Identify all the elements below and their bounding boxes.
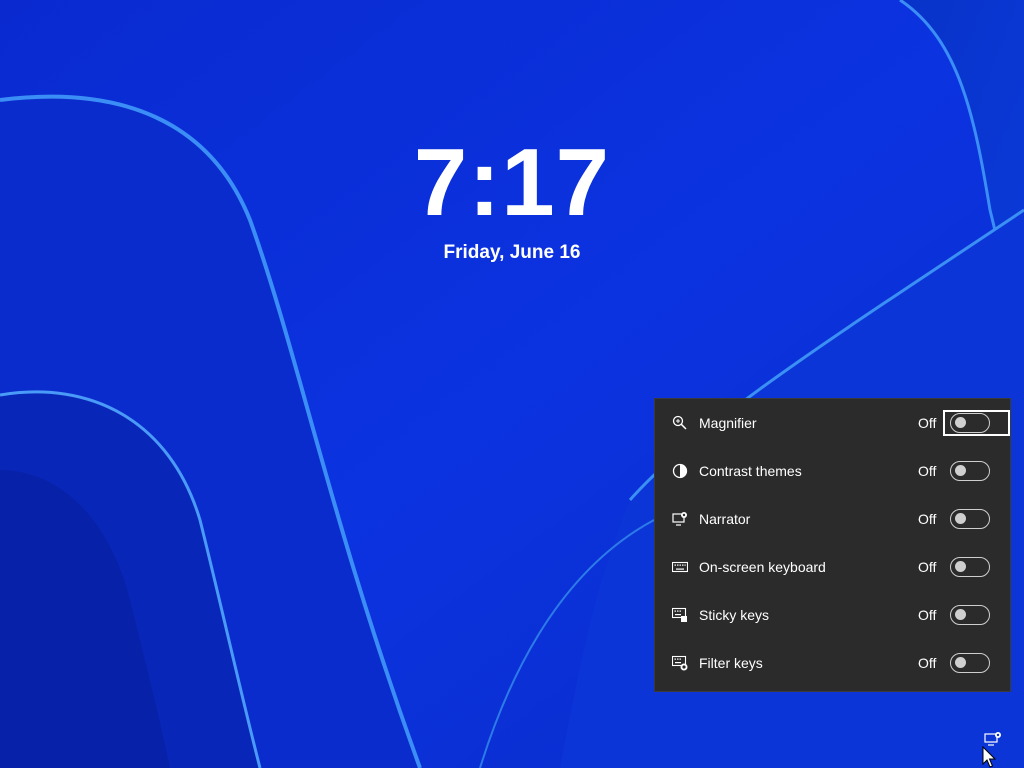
accessibility-flyout: Magnifier Off Contrast themes Off Narrat… [654, 398, 1011, 692]
sticky-keys-toggle[interactable] [950, 605, 990, 625]
accessibility-item-label: Sticky keys [699, 607, 770, 623]
contrast-icon [671, 462, 689, 480]
accessibility-item-label: Filter keys [699, 655, 763, 671]
sticky-keys-icon [671, 606, 689, 624]
magnifier-icon [671, 414, 689, 432]
filter-keys-icon [671, 654, 689, 672]
accessibility-item-on-screen-keyboard[interactable]: On-screen keyboard Off [655, 543, 1010, 591]
narrator-icon [671, 510, 689, 528]
on-screen-keyboard-toggle[interactable] [950, 557, 990, 577]
accessibility-item-state: Off [918, 655, 937, 671]
accessibility-item-state: Off [918, 559, 937, 575]
mouse-cursor-icon [982, 746, 996, 768]
accessibility-item-filter-keys[interactable]: Filter keys Off [655, 639, 1010, 687]
filter-keys-toggle[interactable] [950, 653, 990, 673]
accessibility-item-sticky-keys[interactable]: Sticky keys Off [655, 591, 1010, 639]
lockscreen-time: 7:17 [413, 129, 611, 236]
lockscreen-date: Friday, June 16 [443, 242, 581, 263]
accessibility-item-state: Off [918, 415, 937, 431]
accessibility-item-label: Narrator [699, 511, 751, 527]
accessibility-item-contrast-themes[interactable]: Contrast themes Off [655, 447, 1010, 495]
accessibility-item-state: Off [918, 463, 937, 479]
accessibility-tray-icon[interactable] [984, 731, 1002, 747]
accessibility-item-state: Off [918, 511, 937, 527]
accessibility-item-label: Contrast themes [699, 463, 802, 479]
accessibility-item-magnifier[interactable]: Magnifier Off [655, 399, 1010, 447]
accessibility-item-narrator[interactable]: Narrator Off [655, 495, 1010, 543]
accessibility-item-label: Magnifier [699, 415, 757, 431]
contrast-themes-toggle[interactable] [950, 461, 990, 481]
focus-ring [943, 410, 1010, 436]
keyboard-icon [671, 558, 689, 576]
narrator-toggle[interactable] [950, 509, 990, 529]
accessibility-item-state: Off [918, 607, 937, 623]
accessibility-item-label: On-screen keyboard [699, 559, 826, 575]
